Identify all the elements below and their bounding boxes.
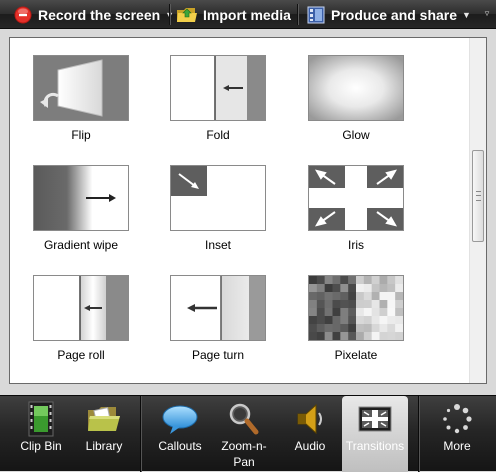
tab-label: Clip Bin <box>20 439 62 453</box>
toolbar-divider <box>297 4 299 25</box>
tab-divider <box>418 396 420 472</box>
tab-label: Library <box>85 439 123 453</box>
pixelate-thumbnail <box>308 275 404 341</box>
produce-share-button[interactable]: Produce and share ▼ <box>306 0 471 29</box>
toolbar-divider <box>169 4 171 25</box>
import-folder-icon <box>177 7 197 22</box>
tab-label: More <box>443 439 471 453</box>
import-media-button[interactable]: Import media <box>176 0 291 29</box>
tab-label: Audio <box>294 439 326 453</box>
bottom-tab-bar: Clip Bin Library Callouts Zoom-n- Pan Au… <box>0 395 496 472</box>
tab-label: Zoom-n- Pan <box>221 439 267 469</box>
tab-label: Transitions <box>345 439 405 453</box>
grip-icon <box>476 191 481 201</box>
produce-share-label: Produce and share <box>331 6 458 23</box>
tab-zoom-n-pan[interactable]: Zoom-n- Pan <box>212 396 276 472</box>
transitions-grid: Flip Fold Glow Gradient wipe Inset Iris … <box>10 38 470 383</box>
top-toolbar: Record the screen ▼ Import media Produce… <box>0 0 496 29</box>
page-roll-thumbnail <box>33 275 129 341</box>
iris-thumbnail <box>308 165 404 231</box>
speaker-icon <box>297 403 322 435</box>
record-screen-button[interactable]: Record the screen ▼ <box>13 0 174 29</box>
tab-divider <box>140 396 142 472</box>
film-reel-icon <box>307 6 325 23</box>
record-screen-label: Record the screen <box>38 6 161 23</box>
vertical-scrollbar[interactable] <box>469 38 486 383</box>
transition-name: Flip <box>71 128 91 142</box>
tab-callouts[interactable]: Callouts <box>148 396 212 472</box>
glow-thumbnail <box>308 55 404 121</box>
import-media-label: Import media <box>203 6 291 23</box>
overflow-chevron-icon[interactable]: ▿ <box>482 6 492 20</box>
film-strip-icon <box>28 401 54 437</box>
record-icon <box>14 6 32 23</box>
more-button[interactable]: More <box>426 396 488 472</box>
more-dots-icon <box>443 404 472 434</box>
flip-thumbnail <box>33 55 129 121</box>
scrollbar-thumb[interactable] <box>472 150 484 242</box>
fold-thumbnail <box>170 55 266 121</box>
folder-icon <box>88 407 120 431</box>
transition-name: Pixelate <box>334 348 378 362</box>
transition-name: Fold <box>206 128 230 142</box>
chevron-down-icon: ▼ <box>462 9 471 20</box>
page-turn-thumbnail <box>170 275 266 341</box>
tab-transitions[interactable]: Transitions <box>342 396 408 472</box>
tab-audio[interactable]: Audio <box>278 396 342 472</box>
transition-name: Inset <box>204 238 231 252</box>
tab-clip-bin[interactable]: Clip Bin <box>7 396 75 472</box>
transition-name: Page roll <box>57 348 105 362</box>
transitions-panel: Flip Fold Glow Gradient wipe Inset Iris … <box>9 37 487 384</box>
transition-name: Gradient wipe <box>43 238 119 252</box>
transition-name: Iris <box>348 238 364 252</box>
speech-bubble-icon <box>162 405 198 434</box>
magnifier-icon <box>229 403 259 435</box>
tab-library[interactable]: Library <box>72 396 136 472</box>
transition-name: Glow <box>342 128 370 142</box>
transitions-icon <box>358 406 392 432</box>
inset-thumbnail <box>170 165 266 231</box>
tab-label: Callouts <box>158 439 202 453</box>
gradient-wipe-thumbnail <box>33 165 129 231</box>
transition-name: Page turn <box>191 348 245 362</box>
